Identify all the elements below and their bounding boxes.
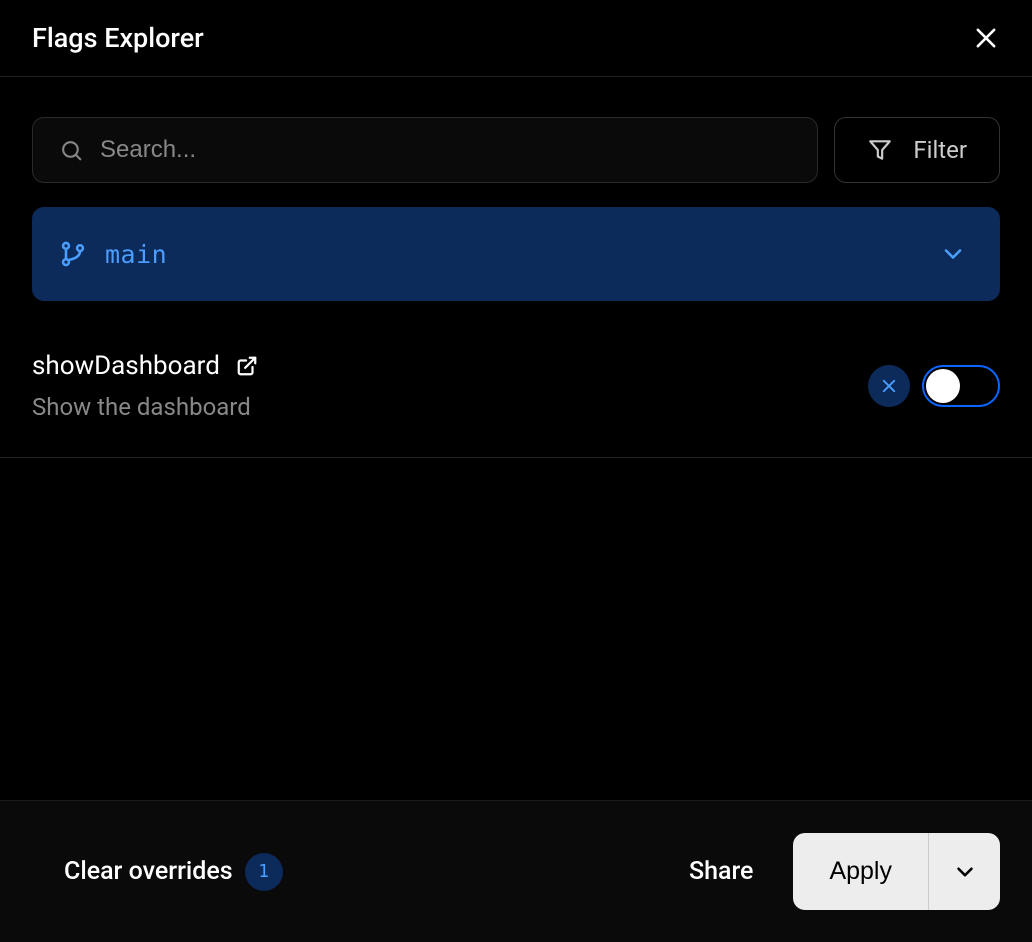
flag-description: Show the dashboard: [32, 393, 258, 421]
clear-overrides-label: Clear overrides: [64, 857, 233, 886]
footer-right: Share Apply: [689, 833, 1000, 910]
filter-label: Filter: [913, 136, 967, 164]
override-count-badge: 1: [245, 853, 283, 891]
flag-info: showDashboard Show the dashboard: [32, 351, 258, 421]
footer: Clear overrides 1 Share Apply: [0, 800, 1032, 942]
flag-toggle[interactable]: [922, 365, 1000, 407]
branch-left: main: [59, 240, 167, 269]
close-icon: [880, 377, 898, 395]
chevron-down-icon: [952, 859, 978, 885]
branch-name: main: [105, 240, 167, 269]
flag-name: showDashboard: [32, 351, 220, 381]
close-icon: [972, 24, 1000, 52]
chevron-down-icon: [939, 240, 967, 268]
apply-dropdown-button[interactable]: [928, 833, 1000, 910]
filter-icon: [867, 137, 893, 163]
apply-button[interactable]: Apply: [793, 833, 928, 910]
close-button[interactable]: [972, 24, 1000, 52]
flag-controls: [868, 365, 1000, 407]
reset-override-button[interactable]: [868, 365, 910, 407]
external-link-icon[interactable]: [236, 355, 258, 377]
search-icon: [59, 138, 84, 163]
apply-button-group: Apply: [793, 833, 1000, 910]
share-button[interactable]: Share: [689, 857, 754, 886]
clear-overrides-button[interactable]: Clear overrides 1: [64, 853, 283, 891]
toggle-knob: [926, 369, 960, 403]
spacer: [0, 458, 1032, 800]
page-title: Flags Explorer: [32, 22, 204, 54]
search-input[interactable]: [100, 136, 791, 164]
filter-button[interactable]: Filter: [834, 117, 1000, 183]
controls-row: Filter: [0, 77, 1032, 183]
header: Flags Explorer: [0, 0, 1032, 77]
branch-icon: [59, 240, 87, 268]
search-box[interactable]: [32, 117, 818, 183]
flag-item: showDashboard Show the dashboard: [0, 301, 1032, 458]
branch-selector[interactable]: main: [32, 207, 1000, 301]
flag-name-row: showDashboard: [32, 351, 258, 381]
footer-left: Clear overrides 1: [64, 853, 283, 891]
